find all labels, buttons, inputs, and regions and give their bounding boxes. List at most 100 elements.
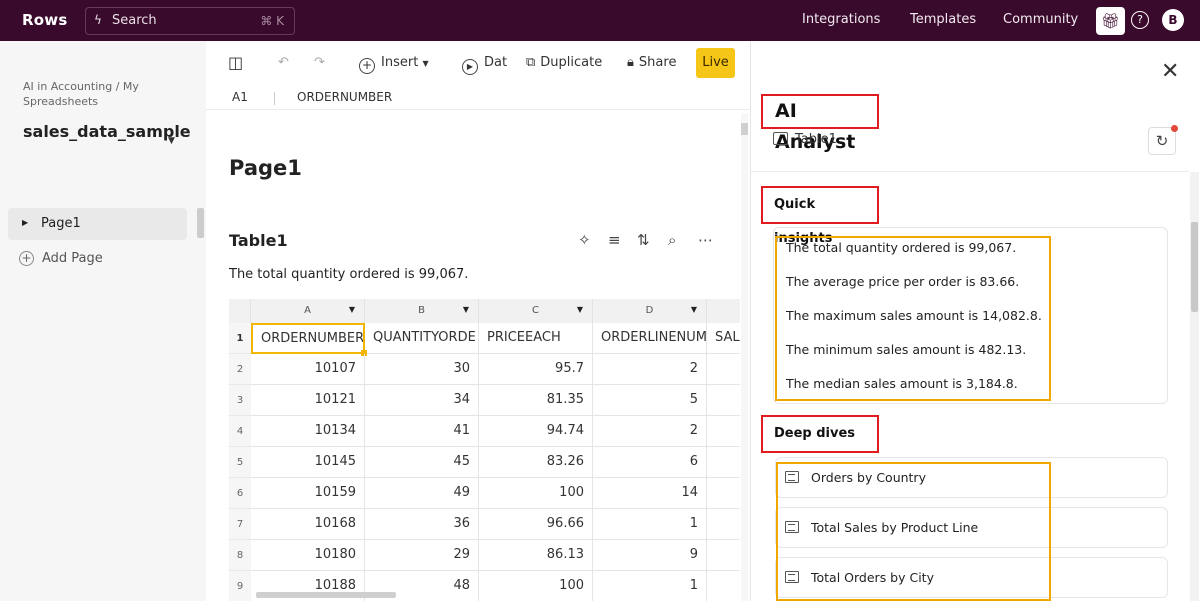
insert-button[interactable]: + Insert ▼ — [359, 55, 429, 74]
column-header-c[interactable]: C ▼ — [479, 299, 593, 323]
sidebar-toggle-icon[interactable]: ◫ — [228, 53, 243, 72]
row-number[interactable]: 9 — [229, 571, 251, 601]
table-cell[interactable]: 41 — [365, 416, 479, 447]
redo-icon[interactable]: ↷ — [314, 55, 325, 70]
table-cell[interactable] — [707, 478, 740, 509]
row-number[interactable]: 3 — [229, 385, 251, 416]
row-number[interactable]: 6 — [229, 478, 251, 509]
spreadsheet-grid[interactable]: A ▼ B ▼ C ▼ D ▼ 1 ORDERNUMBER QUANTITYORDE P… — [229, 299, 740, 601]
sidebar-item-page1[interactable]: ▶ Page1 — [8, 208, 187, 240]
undo-icon[interactable]: ↶ — [278, 55, 289, 70]
column-header-e[interactable] — [707, 299, 740, 323]
header-cell[interactable]: QUANTITYORDE — [365, 323, 479, 354]
table-cell[interactable]: 100 — [479, 571, 593, 601]
avatar[interactable]: B — [1162, 9, 1184, 31]
table-title[interactable]: Table1 — [229, 231, 288, 250]
table-cell[interactable] — [707, 385, 740, 416]
table-cell[interactable]: 83.26 — [479, 447, 593, 478]
table-cell[interactable]: 86.13 — [479, 540, 593, 571]
nav-templates[interactable]: Templates — [910, 12, 976, 27]
add-page-button[interactable]: + Add Page — [19, 251, 103, 266]
table-cell[interactable] — [707, 354, 740, 385]
table-cell[interactable]: 81.35 — [479, 385, 593, 416]
chevron-down-icon[interactable]: ▼ — [691, 305, 697, 314]
duplicate-button[interactable]: ⧉ Duplicate — [526, 55, 602, 70]
table-cell[interactable]: 10168 — [251, 509, 365, 540]
table-cell[interactable]: 1 — [593, 571, 707, 601]
sort-icon[interactable]: ⇅ — [637, 231, 650, 249]
table-cell[interactable]: 30 — [365, 354, 479, 385]
table-cell[interactable]: 2 — [593, 354, 707, 385]
formula-bar[interactable]: A1 ORDERNUMBER — [206, 88, 750, 110]
refresh-button[interactable]: ↻ — [1148, 125, 1178, 155]
table-cell[interactable]: 10107 — [251, 354, 365, 385]
close-icon[interactable]: ✕ — [1161, 59, 1179, 84]
chevron-down-icon[interactable]: ▼ — [463, 305, 469, 314]
table-cell[interactable]: 29 — [365, 540, 479, 571]
column-header-a[interactable]: A ▼ — [251, 299, 365, 323]
table-cell[interactable] — [707, 540, 740, 571]
table-cell[interactable]: 5 — [593, 385, 707, 416]
table-cell[interactable]: 1 — [593, 509, 707, 540]
scrollbar-thumb[interactable] — [1191, 222, 1198, 312]
table-cell[interactable]: 94.74 — [479, 416, 593, 447]
gift-icon[interactable]: 🎁︎ — [1096, 7, 1125, 35]
chevron-down-icon[interactable]: ▼ — [577, 305, 583, 314]
table-cell[interactable]: 96.66 — [479, 509, 593, 540]
table-cell[interactable]: 36 — [365, 509, 479, 540]
table-cell[interactable] — [707, 509, 740, 540]
vertical-scrollbar[interactable] — [741, 113, 748, 601]
table-cell[interactable]: 10134 — [251, 416, 365, 447]
share-button[interactable]: 🔒︎ Share — [627, 55, 676, 70]
table-cell[interactable]: 6 — [593, 447, 707, 478]
caret-right-icon[interactable]: ▶ — [22, 218, 28, 227]
search-box[interactable]: ϟ Search ⌘ K — [85, 7, 295, 35]
table-cell[interactable] — [707, 571, 740, 601]
column-header-d[interactable]: D ▼ — [593, 299, 707, 323]
page-title[interactable]: Page1 — [229, 156, 302, 180]
nav-integrations[interactable]: Integrations — [802, 12, 880, 27]
help-icon[interactable]: ? — [1131, 11, 1149, 29]
table-cell[interactable] — [707, 447, 740, 478]
table-cell[interactable]: 95.7 — [479, 354, 593, 385]
row-number[interactable]: 4 — [229, 416, 251, 447]
row-number[interactable]: 7 — [229, 509, 251, 540]
table-cell[interactable]: 14 — [593, 478, 707, 509]
sidebar-scrollbar[interactable] — [197, 208, 204, 238]
cell-reference[interactable]: A1 — [232, 90, 248, 104]
header-cell[interactable]: ORDERNUMBER — [251, 323, 365, 354]
chevron-down-icon[interactable]: ▼ — [349, 305, 355, 314]
table-cell[interactable]: 45 — [365, 447, 479, 478]
row-number[interactable]: 5 — [229, 447, 251, 478]
scrollbar-thumb[interactable] — [741, 123, 748, 135]
header-cell[interactable]: SALI — [707, 323, 740, 354]
live-button[interactable]: Live — [696, 48, 735, 78]
table-cell[interactable]: 49 — [365, 478, 479, 509]
header-cell[interactable]: PRICEEACH — [479, 323, 593, 354]
horizontal-scrollbar[interactable] — [256, 592, 396, 598]
table-cell[interactable]: 9 — [593, 540, 707, 571]
formula-value[interactable]: ORDERNUMBER — [297, 90, 392, 104]
table-cell[interactable]: 100 — [479, 478, 593, 509]
table-cell[interactable]: 10121 — [251, 385, 365, 416]
sheet-name[interactable]: sales_data_sample — [23, 121, 191, 143]
row-number[interactable]: 8 — [229, 540, 251, 571]
table-cell[interactable]: 10145 — [251, 447, 365, 478]
table-cell[interactable]: 2 — [593, 416, 707, 447]
header-cell[interactable]: ORDERLINENUM — [593, 323, 707, 354]
rows-logo[interactable]: Rows — [22, 11, 67, 29]
table-cell[interactable]: 10180 — [251, 540, 365, 571]
chevron-down-icon[interactable]: ▼ — [168, 136, 175, 146]
more-icon[interactable]: ⋯ — [698, 231, 713, 249]
table-cell[interactable] — [707, 416, 740, 447]
data-button[interactable]: ▶ Dat — [462, 55, 507, 75]
sparkle-icon[interactable]: ✧ — [578, 231, 591, 249]
filter-icon[interactable]: ≡ — [608, 231, 621, 249]
nav-community[interactable]: Community — [1003, 12, 1078, 27]
search-icon[interactable]: ⌕ — [668, 231, 676, 249]
column-header-b[interactable]: B ▼ — [365, 299, 479, 323]
row-number[interactable]: 1 — [229, 323, 251, 354]
table-selector[interactable]: Table1 — [773, 132, 837, 147]
panel-scrollbar[interactable] — [1190, 172, 1199, 601]
table-cell[interactable]: 34 — [365, 385, 479, 416]
